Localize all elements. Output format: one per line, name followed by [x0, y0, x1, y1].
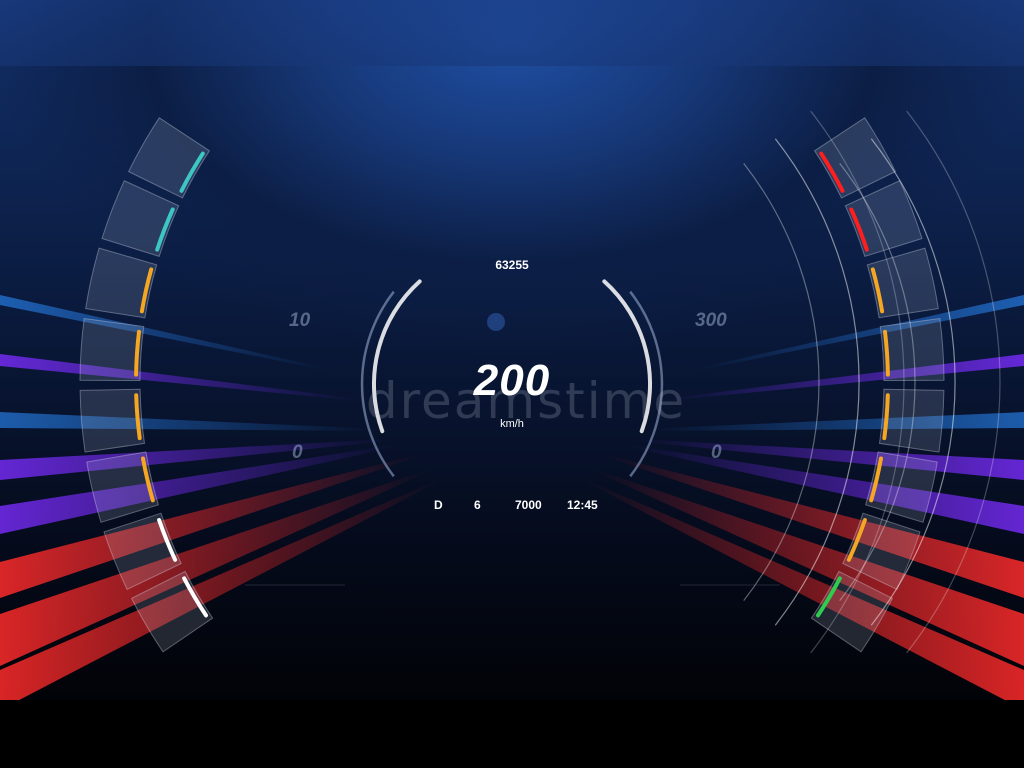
bottom-band	[0, 700, 1024, 768]
speed-value: 200	[473, 356, 551, 405]
gauge-segment	[813, 117, 897, 199]
gear-number: 6	[474, 498, 481, 512]
gauge-segment	[879, 317, 945, 382]
dashboard-background: dreamstime 63255 200 km/h 10 0 300 0 D 6…	[0, 0, 1024, 768]
gauge-segment	[127, 117, 211, 199]
left-scale-top-label: 10	[289, 310, 311, 331]
gauge-segment	[79, 317, 145, 382]
center-dot	[487, 313, 505, 331]
speed-unit: km/h	[500, 418, 524, 430]
clock-readout: 12:45	[567, 498, 598, 512]
right-scale-top-label: 300	[695, 310, 727, 331]
light-streak-left	[0, 412, 380, 431]
light-streak-left	[0, 354, 360, 401]
right-scale-bottom-label: 0	[711, 442, 722, 463]
left-scale-bottom-label: 0	[292, 442, 303, 463]
rpm-readout: 7000	[515, 498, 542, 512]
gear-indicator: D	[434, 498, 443, 512]
light-streak-left	[0, 295, 330, 371]
odometer-readout: 63255	[495, 258, 529, 272]
